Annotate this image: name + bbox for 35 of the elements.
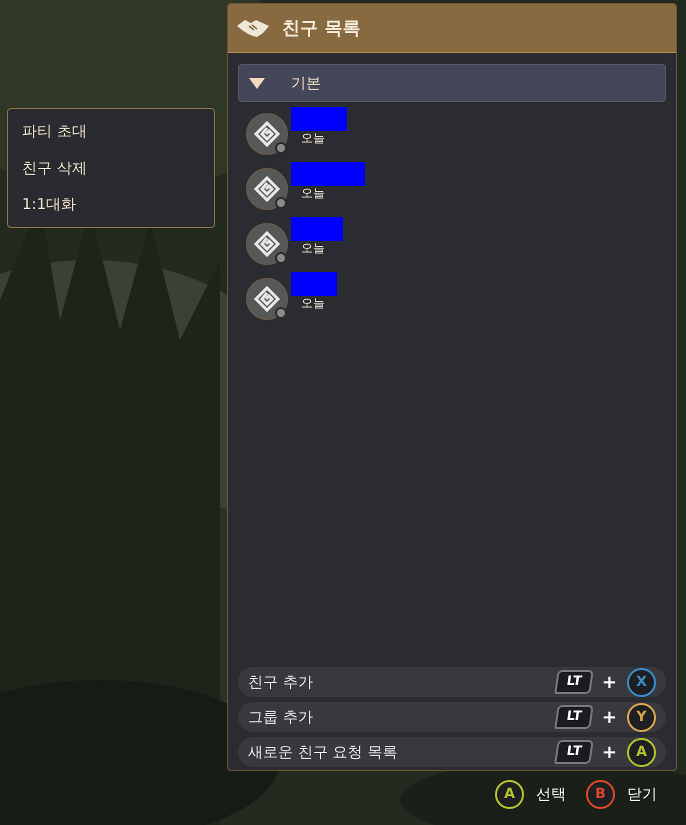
- trigger-key: LT: [554, 670, 594, 694]
- plus-sign: +: [602, 670, 617, 694]
- friend-row[interactable]: 오늘: [238, 106, 666, 161]
- menu-item[interactable]: 1:1대화: [8, 193, 214, 216]
- controller-button: X: [627, 668, 656, 696]
- avatar-icon: [246, 168, 290, 212]
- hint-label: 선택: [536, 784, 566, 806]
- action-row[interactable]: 그룹 추가 LT + Y: [238, 702, 666, 732]
- trigger-key: LT: [554, 740, 594, 764]
- menu-item[interactable]: 파티 초대: [8, 120, 214, 143]
- friend-row[interactable]: 오늘: [238, 161, 666, 216]
- controller-button: A: [627, 738, 656, 766]
- menu-item[interactable]: 친구 삭제: [8, 156, 214, 180]
- plus-sign: +: [602, 706, 617, 730]
- last-seen-label: 오늘: [301, 296, 326, 311]
- group-header[interactable]: 기본: [238, 64, 666, 102]
- friend-row[interactable]: 오늘: [238, 216, 666, 271]
- panel-title: 친구 목록: [282, 16, 360, 40]
- action-row[interactable]: 새로운 친구 요청 목록 LT + A: [238, 737, 666, 767]
- avatar-icon: [246, 112, 290, 156]
- redacted-name: [291, 107, 347, 131]
- redacted-name: [291, 217, 343, 241]
- controller-button: Y: [627, 702, 656, 732]
- last-seen-label: 오늘: [301, 186, 326, 201]
- avatar-icon: [246, 222, 290, 266]
- redacted-name: [291, 272, 337, 296]
- last-seen-label: 오늘: [301, 241, 326, 256]
- hint-label: 닫기: [627, 784, 657, 806]
- action-row[interactable]: 친구 추가 LT + X: [238, 667, 666, 697]
- trigger-key: LT: [554, 705, 594, 729]
- avatar-icon: [246, 278, 290, 322]
- handshake-icon: [236, 17, 270, 39]
- plus-sign: +: [602, 740, 617, 764]
- friend-row[interactable]: 오늘: [238, 271, 666, 326]
- last-seen-label: 오늘: [301, 131, 326, 146]
